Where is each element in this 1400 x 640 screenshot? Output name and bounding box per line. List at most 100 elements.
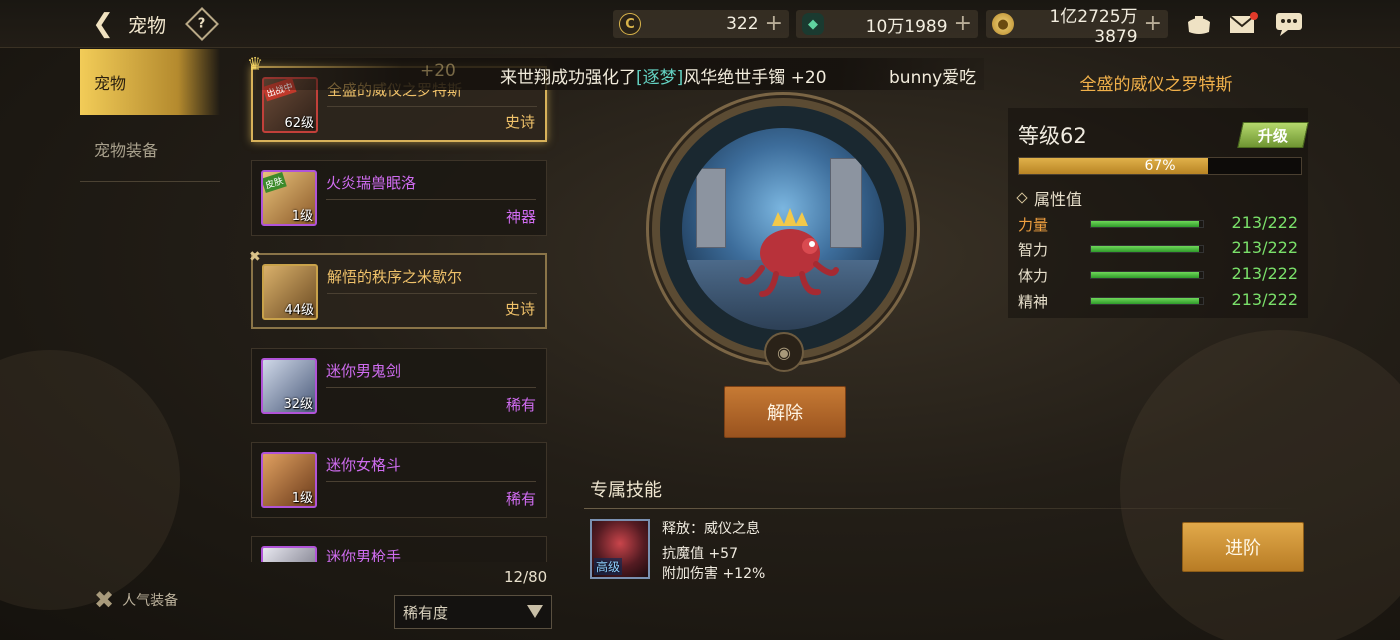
ticker-prefix: 来世翔成功强化了 (500, 68, 636, 88)
stat-bar (1090, 271, 1204, 279)
top-bar: ❮ 宠物 ? C 322 + ◆ 10万1989 + ● 1亿2725万3879… (0, 0, 1400, 48)
pet-rarity: 史诗 (504, 300, 535, 318)
pet-list-item[interactable]: ✖ 44级 解悟的秩序之米歇尔 史诗 (249, 249, 547, 329)
skill-name: 释放：威仪之息 (662, 521, 760, 537)
help-button[interactable]: ? (185, 7, 219, 41)
equipped-mark-icon: ✖ (249, 249, 261, 265)
divider (584, 508, 1304, 509)
currency-crystal: ◆ 10万1989 + (796, 10, 978, 38)
popular-equipment-button[interactable]: ✖ 人气装备 (94, 586, 178, 614)
pet-portrait: 44级 (262, 264, 318, 320)
stat-label: 精神 (1018, 293, 1049, 311)
exp-progress-bar: 67% (1018, 157, 1302, 175)
chat-icon[interactable] (1274, 10, 1304, 38)
pet-level: 1级 (291, 209, 313, 224)
divider (327, 293, 537, 294)
selected-pet-name: 全盛的威仪之罗特斯 (1079, 75, 1233, 95)
bag-icon[interactable] (1184, 10, 1214, 38)
pet-name: 迷你男枪手 (326, 548, 402, 562)
pet-portrait (261, 546, 317, 562)
pet-list-item[interactable]: 32级 迷你男鬼剑 稀有 (251, 348, 547, 424)
add-currency-button[interactable]: + (765, 13, 783, 35)
pet-portrait: 1级 (261, 452, 317, 508)
nav-tab-pet-equipment[interactable]: 宠物装备 (80, 116, 220, 182)
pet-portrait: 32级 (261, 358, 317, 414)
currency-value: 322 (726, 14, 759, 34)
skill-section-title: 专属技能 (590, 480, 662, 501)
pet-name: 迷你男鬼剑 (326, 362, 402, 380)
mail-icon[interactable] (1228, 10, 1258, 38)
pet-name: 迷你女格斗 (326, 456, 402, 474)
attributes-header: 属性值 (1016, 186, 1083, 210)
pet-level: 44级 (284, 303, 314, 318)
exp-percent: 67% (1144, 158, 1176, 174)
stat-bar-fill (1091, 298, 1199, 304)
sort-dropdown[interactable]: 稀有度 (394, 595, 552, 629)
pet-list-item[interactable]: 迷你男枪手 (251, 536, 547, 562)
dropdown-triangle-icon (527, 605, 543, 618)
divider (327, 106, 537, 107)
stat-value: 213/222 (1231, 264, 1298, 283)
advance-button[interactable]: 进阶 (1182, 522, 1304, 572)
nav-tab-pet[interactable]: 宠物 (80, 49, 220, 115)
ticker-ghost-text: +20 (420, 61, 456, 81)
background-foliage (0, 350, 180, 610)
stat-bar-fill (1091, 221, 1199, 227)
stat-label: 智力 (1018, 241, 1049, 259)
pet-rarity: 史诗 (504, 113, 535, 131)
pet-count: 12/80 (504, 568, 548, 586)
pet-list-clip: 迷你男枪手 (251, 536, 547, 562)
popular-equipment-label: 人气装备 (122, 593, 179, 609)
background-foliage (1120, 330, 1400, 640)
pet-level: 1级 (291, 491, 313, 506)
add-currency-button[interactable]: + (1144, 13, 1162, 35)
status-badge: 皮肤 (263, 172, 287, 194)
stat-value: 213/222 (1231, 290, 1298, 309)
pet-scene-image (682, 128, 884, 330)
stat-bar (1090, 297, 1204, 305)
skill-grade: 高级 (594, 558, 623, 575)
crossed-swords-icon: ✖ (94, 586, 115, 614)
pet-portrait: 皮肤 1级 (261, 170, 317, 226)
pet-rarity: 稀有 (505, 396, 536, 414)
skill-icon[interactable]: 高级 (590, 519, 650, 579)
pet-creature-sprite (739, 208, 839, 297)
ticker-message-2: bunny爱吃 (889, 68, 977, 88)
divider (326, 481, 536, 482)
stat-row: 体力 213/222 (1018, 264, 1308, 286)
gold-c-coin-icon: C (619, 13, 641, 35)
ticker-message: 来世翔成功强化了[逐梦]风华绝世手镯 +20 (500, 63, 827, 88)
question-icon: ? (198, 16, 206, 32)
stat-row: 智力 213/222 (1018, 238, 1308, 260)
attributes-title: 属性值 (1034, 190, 1083, 209)
skill-effect: 抗魔值 +57 (662, 546, 738, 562)
back-arrow-icon[interactable]: ❮ (86, 8, 120, 40)
announcement-ticker: +20 来世翔成功强化了[逐梦]风华绝世手镯 +20 bunny爱吃 (256, 58, 984, 90)
page-title: 宠物 (128, 15, 167, 37)
upgrade-button[interactable]: 升级 (1237, 122, 1309, 148)
ticker-suffix: 风华绝世手镯 +20 (683, 68, 827, 88)
pet-list-item[interactable]: 皮肤 1级 火炎瑞兽眠洛 神器 (251, 160, 547, 236)
sheep-emblem-icon: ◉ (764, 332, 804, 372)
stat-row: 精神 213/222 (1018, 290, 1308, 312)
pet-name: 火炎瑞兽眠洛 (326, 174, 417, 192)
pet-portrait-frame (652, 98, 914, 360)
currency-value: 1亿2725万3879 (1049, 6, 1138, 47)
divider (326, 387, 536, 388)
stat-label: 力量 (1018, 216, 1049, 234)
stat-bar-fill (1091, 246, 1199, 252)
pet-list-item[interactable]: 1级 迷你女格斗 稀有 (251, 442, 547, 518)
upgrade-label: 升级 (1257, 126, 1288, 145)
divider (326, 199, 536, 200)
green-crystal-icon: ◆ (802, 13, 824, 35)
release-button[interactable]: 解除 (724, 386, 846, 438)
add-currency-button[interactable]: + (954, 13, 972, 35)
stat-bar-fill (1091, 272, 1199, 278)
skill-effect: 附加伤害 +12% (662, 566, 766, 582)
stat-value: 213/222 (1231, 238, 1298, 257)
stat-bar (1090, 245, 1204, 253)
pet-name: 解悟的秩序之米歇尔 (327, 268, 463, 286)
stat-value: 213/222 (1231, 213, 1298, 232)
pet-rarity: 稀有 (505, 490, 536, 508)
pet-level: 32级 (283, 397, 313, 412)
